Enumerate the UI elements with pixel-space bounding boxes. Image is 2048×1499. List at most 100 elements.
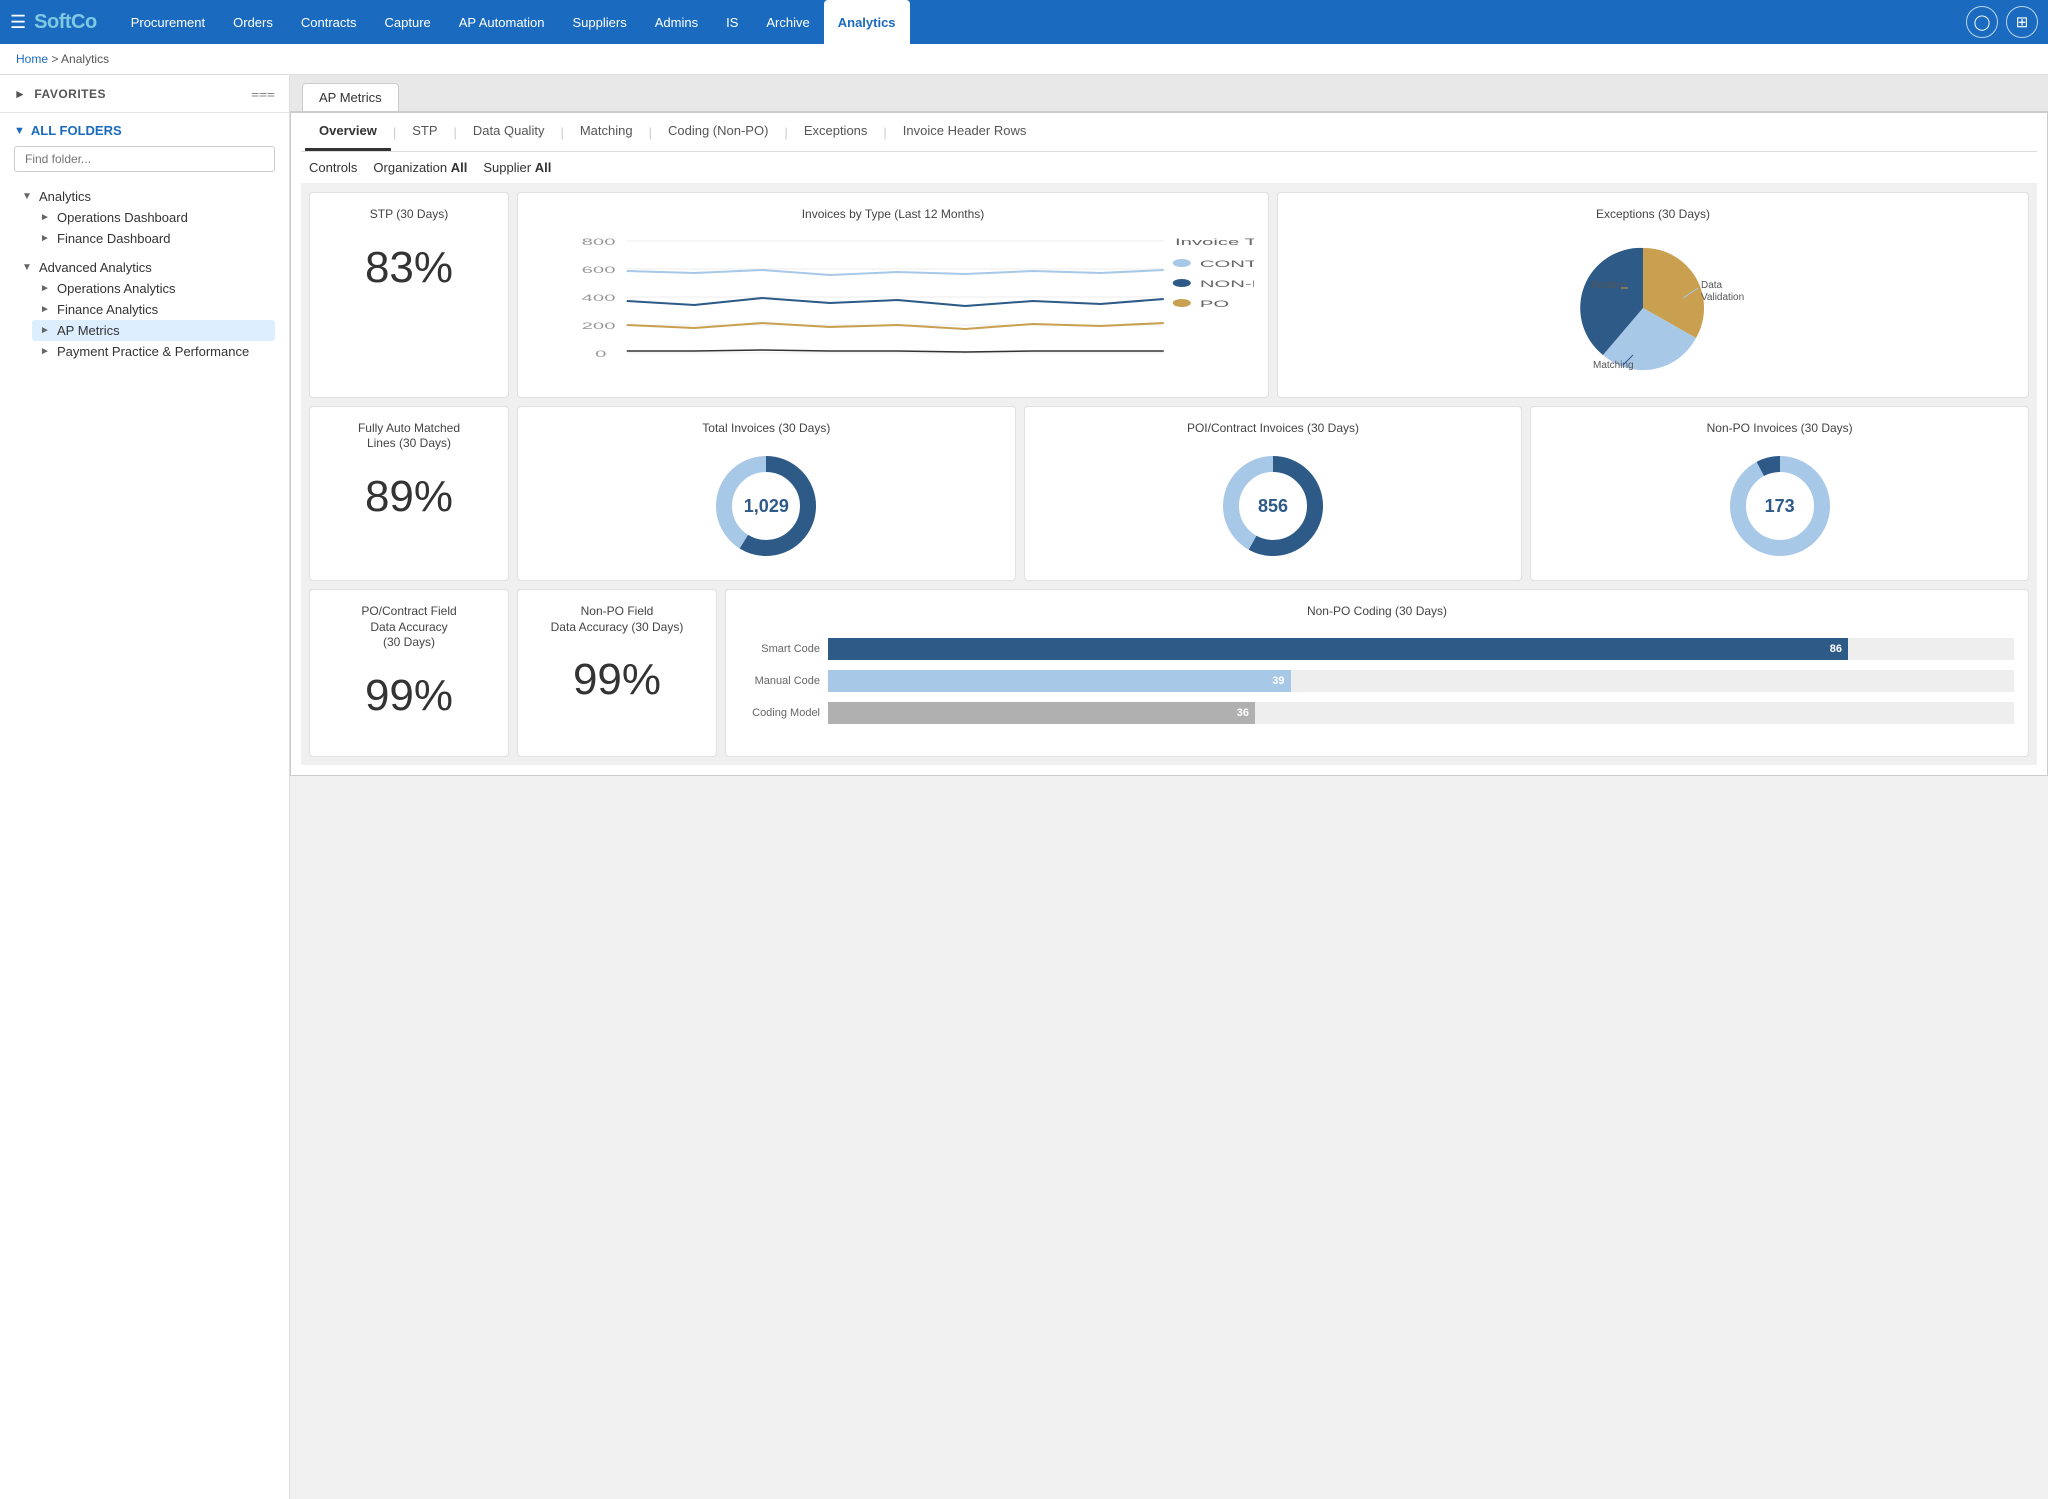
tree-advanced-children: ► Operations Analytics ► Finance Analyti… <box>14 278 275 362</box>
controls-label: Controls <box>309 160 357 175</box>
sub-nav-coding[interactable]: Coding (Non-PO) <box>654 113 782 151</box>
po-field-accuracy-card: PO/Contract FieldData Accuracy(30 Days) … <box>309 589 509 757</box>
filter-row: Controls Organization All Supplier All <box>301 152 2037 184</box>
bar-fill-manual-code: 39 <box>828 670 1291 692</box>
svg-text:Matching: Matching <box>1593 360 1634 371</box>
logo-co: Co <box>71 11 97 33</box>
sep1: | <box>391 125 398 140</box>
total-invoices-donut: 1,029 <box>532 446 1001 566</box>
sidebar-item-operations-dashboard[interactable]: ► Operations Dashboard <box>32 207 275 228</box>
nav-suppliers[interactable]: Suppliers <box>559 0 641 44</box>
bar-value-coding-model: 36 <box>1237 707 1249 719</box>
bar-manual-code: Manual Code 39 <box>740 670 2014 692</box>
sep2: | <box>452 125 459 140</box>
nav-admins[interactable]: Admins <box>641 0 712 44</box>
favorites-section[interactable]: ► FAVORITES ⩶ <box>0 75 289 113</box>
sub-nav-stp[interactable]: STP <box>398 113 451 151</box>
stp-card: STP (30 Days) 83% <box>309 192 509 398</box>
total-invoices-title: Total Invoices (30 Days) <box>532 421 1001 437</box>
nav-capture[interactable]: Capture <box>371 0 445 44</box>
auto-matched-title: Fully Auto MatchedLines (30 Days) <box>324 421 494 452</box>
non-po-invoices-card: Non-PO Invoices (30 Days) 173 <box>1530 406 2029 582</box>
bar-label-coding-model: Coding Model <box>740 707 820 719</box>
sidebar-item-payment-practice[interactable]: ► Payment Practice & Performance <box>32 341 275 362</box>
bar-smart-code: Smart Code 86 <box>740 638 2014 660</box>
non-po-field-value: 99% <box>532 655 702 705</box>
tree-expand-icon: ▼ <box>22 191 34 202</box>
sidebar-collapse-icon[interactable]: ⩶ <box>251 85 275 102</box>
sep4: | <box>647 125 654 140</box>
non-po-title: Non-PO Invoices (30 Days) <box>1545 421 2014 437</box>
app-logo: SoftCo <box>34 11 97 34</box>
non-po-field-card: Non-PO FieldData Accuracy (30 Days) 99% <box>517 589 717 757</box>
sidebar-all-folders: ▼ ALL FOLDERS ▼ Analytics ► Operations D… <box>0 113 289 370</box>
svg-text:0: 0 <box>595 349 607 359</box>
svg-text:600: 600 <box>582 265 616 275</box>
chevron-right-icon: ► <box>40 233 52 244</box>
folder-search-input[interactable] <box>14 146 275 172</box>
hamburger-icon[interactable]: ☰ <box>10 12 26 33</box>
grid-icon[interactable]: ⊞ <box>2006 6 2038 38</box>
non-po-field-title: Non-PO FieldData Accuracy (30 Days) <box>532 604 702 635</box>
invoices-by-type-title: Invoices by Type (Last 12 Months) <box>532 207 1254 223</box>
tree-item-analytics-label[interactable]: ▼ Analytics <box>14 186 275 207</box>
inner-content: Overview | STP | Data Quality | Matching… <box>290 112 2048 776</box>
chevron-right-icon: ► <box>40 325 52 336</box>
total-invoices-card: Total Invoices (30 Days) 1,029 <box>517 406 1016 582</box>
invoices-line-chart: 800 600 400 200 0 <box>532 233 1254 373</box>
po-field-accuracy-value: 99% <box>324 671 494 721</box>
supplier-filter-label: Supplier All <box>483 160 551 175</box>
dashboard-row1: STP (30 Days) 83% Invoices by Type (Last… <box>309 192 2029 398</box>
main-layout: ► FAVORITES ⩶ ▼ ALL FOLDERS ▼ Analytics … <box>0 75 2048 1499</box>
bar-fill-coding-model: 36 <box>828 702 1255 724</box>
sidebar-item-finance-dashboard[interactable]: ► Finance Dashboard <box>32 228 275 249</box>
nav-contracts[interactable]: Contracts <box>287 0 371 44</box>
nav-is[interactable]: IS <box>712 0 752 44</box>
bar-value-smart-code: 86 <box>1830 643 1842 655</box>
svg-text:Validation: Validation <box>1701 292 1744 303</box>
bar-track-coding-model: 36 <box>828 702 2014 724</box>
sidebar-item-operations-analytics[interactable]: ► Operations Analytics <box>32 278 275 299</box>
sep6: | <box>881 125 888 140</box>
nav-analytics[interactable]: Analytics <box>824 0 910 44</box>
chevron-right-icon: ► <box>40 212 52 223</box>
non-po-coding-title: Non-PO Coding (30 Days) <box>740 604 2014 620</box>
poi-contract-value: 856 <box>1258 496 1288 517</box>
nav-ap-automation[interactable]: AP Automation <box>445 0 559 44</box>
svg-text:NON-PO: NON-PO <box>1200 279 1254 289</box>
bar-label-smart-code: Smart Code <box>740 643 820 655</box>
sub-nav-overview[interactable]: Overview <box>305 113 391 151</box>
dashboard-row3: PO/Contract FieldData Accuracy(30 Days) … <box>309 589 2029 757</box>
sidebar-item-ap-metrics[interactable]: ► AP Metrics <box>32 320 275 341</box>
breadcrumb-separator: > <box>51 52 61 66</box>
sidebar: ► FAVORITES ⩶ ▼ ALL FOLDERS ▼ Analytics … <box>0 75 290 1499</box>
sub-nav-matching[interactable]: Matching <box>566 113 647 151</box>
svg-text:Routing: Routing <box>1591 280 1625 291</box>
breadcrumb: Home > Analytics <box>0 44 2048 75</box>
svg-text:200: 200 <box>582 321 616 331</box>
nav-orders[interactable]: Orders <box>219 0 287 44</box>
sub-nav-invoice-header[interactable]: Invoice Header Rows <box>889 113 1041 151</box>
nav-archive[interactable]: Archive <box>752 0 823 44</box>
all-folders-toggle[interactable]: ▼ ALL FOLDERS <box>14 123 275 138</box>
breadcrumb-home[interactable]: Home <box>16 52 48 66</box>
non-po-donut: 173 <box>1545 446 2014 566</box>
invoices-by-type-card: Invoices by Type (Last 12 Months) 800 60… <box>517 192 1269 398</box>
tree-item-advanced-label[interactable]: ▼ Advanced Analytics <box>14 257 275 278</box>
bar-track-smart-code: 86 <box>828 638 2014 660</box>
tree-item-advanced-analytics: ▼ Advanced Analytics ► Operations Analyt… <box>14 253 275 366</box>
sub-nav-data-quality[interactable]: Data Quality <box>459 113 559 151</box>
sub-nav-exceptions[interactable]: Exceptions <box>790 113 882 151</box>
stp-title: STP (30 Days) <box>324 207 494 223</box>
user-icon[interactable]: ◯ <box>1966 6 1998 38</box>
org-filter-label: Organization All <box>373 160 467 175</box>
tree-item-analytics: ▼ Analytics ► Operations Dashboard ► Fin… <box>14 182 275 253</box>
top-nav: ☰ SoftCo Procurement Orders Contracts Ca… <box>0 0 2048 44</box>
dashboard-row2: Fully Auto MatchedLines (30 Days) 89% To… <box>309 406 2029 582</box>
tab-ap-metrics[interactable]: AP Metrics <box>302 83 399 111</box>
bar-label-manual-code: Manual Code <box>740 675 820 687</box>
svg-text:800: 800 <box>582 237 616 247</box>
sidebar-item-finance-analytics[interactable]: ► Finance Analytics <box>32 299 275 320</box>
breadcrumb-current: Analytics <box>61 52 109 66</box>
nav-procurement[interactable]: Procurement <box>117 0 219 44</box>
